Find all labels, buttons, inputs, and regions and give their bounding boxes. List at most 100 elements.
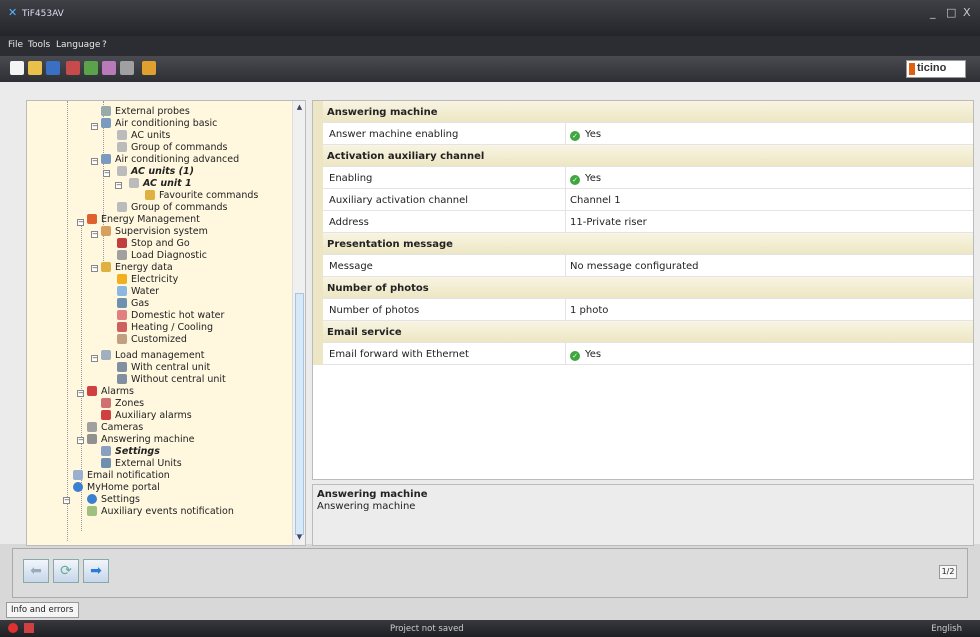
collapse-icon[interactable]: −	[91, 158, 98, 165]
new-file-icon[interactable]	[10, 61, 24, 75]
collapse-icon[interactable]: −	[103, 170, 110, 177]
tree-item-domestic-hot-water[interactable]: Domestic hot water	[117, 309, 224, 321]
menu-tools[interactable]: Tools	[28, 40, 50, 50]
tree-item-energy-management[interactable]: Energy Management	[87, 213, 200, 225]
menu-help[interactable]: ?	[102, 40, 107, 50]
tree-item-without-central-unit[interactable]: Without central unit	[117, 373, 226, 385]
send-icon[interactable]	[66, 61, 80, 75]
property-value[interactable]: 11-Private riser	[565, 211, 973, 233]
tree-scrollbar[interactable]: ▲ ▼	[292, 101, 305, 545]
disabled-icon[interactable]	[120, 61, 134, 75]
tree-item-settings-selected[interactable]: Settings	[101, 445, 160, 457]
tree-item-supervision-system[interactable]: Supervision system	[101, 225, 208, 237]
tree-item-load-management[interactable]: Load management	[101, 349, 204, 361]
description-panel: Answering machine Answering machine	[312, 484, 974, 546]
property-value[interactable]: ✓ Yes	[565, 343, 973, 365]
property-value[interactable]: ✓ Yes	[565, 167, 973, 189]
tree-item-answering-machine[interactable]: Answering machine	[87, 433, 195, 445]
tree-item-electricity[interactable]: Electricity	[117, 273, 178, 285]
answering-machine-icon	[87, 434, 97, 444]
refresh-icon[interactable]: ⟳	[53, 559, 79, 583]
property-grid: Answering machine Answer machine enablin…	[312, 100, 974, 480]
property-value[interactable]: 1 photo	[565, 299, 973, 321]
collapse-icon[interactable]: −	[63, 497, 70, 504]
collapse-icon[interactable]: −	[77, 437, 84, 444]
collapse-icon[interactable]: −	[91, 355, 98, 362]
tree-item-portal-settings[interactable]: Settings	[87, 493, 140, 505]
dropdown-tool-icon[interactable]	[142, 61, 156, 75]
external-unit-icon	[101, 458, 111, 468]
tree-item-stop-and-go[interactable]: Stop and Go	[117, 237, 190, 249]
open-folder-icon[interactable]	[28, 61, 42, 75]
tree-item-load-diagnostic[interactable]: Load Diagnostic	[117, 249, 207, 261]
collapse-icon[interactable]: −	[91, 265, 98, 272]
navigation-tree[interactable]: − − − − − − − − − − − External probes Ai…	[26, 100, 306, 546]
tree-item-air-conditioning-advanced[interactable]: Air conditioning advanced	[101, 153, 239, 165]
scroll-down-icon[interactable]: ▼	[295, 533, 304, 543]
tree-item-air-conditioning-basic[interactable]: Air conditioning basic	[101, 117, 217, 129]
menu-language[interactable]: Language	[56, 40, 100, 50]
hot-water-icon	[117, 310, 127, 320]
menu-file[interactable]: File	[8, 40, 23, 50]
save-icon[interactable]	[46, 61, 60, 75]
close-button[interactable]: X	[963, 6, 971, 19]
logo-text: ticino	[917, 62, 947, 74]
property-value[interactable]: ✓ Yes	[565, 123, 973, 145]
property-row[interactable]: Auxiliary activation channel Channel 1	[313, 189, 973, 211]
tree-item-water[interactable]: Water	[117, 285, 159, 297]
back-arrow-icon[interactable]: ⬅	[23, 559, 49, 583]
tree-item-group-of-commands-2[interactable]: Group of commands	[117, 201, 227, 213]
tree-item-favourite-commands[interactable]: Favourite commands	[145, 189, 258, 201]
receive-icon[interactable]	[84, 61, 98, 75]
customized-icon	[117, 334, 127, 344]
tree-item-zones[interactable]: Zones	[101, 397, 144, 409]
section-number-of-photos[interactable]: Number of photos	[313, 277, 973, 299]
tree-item-auxiliary-events-notification[interactable]: Auxiliary events notification	[87, 505, 234, 517]
collapse-icon[interactable]: −	[91, 231, 98, 238]
scroll-thumb[interactable]	[295, 293, 304, 535]
tree-item-alarms[interactable]: Alarms	[87, 385, 134, 397]
section-presentation-message[interactable]: Presentation message	[313, 233, 973, 255]
info-and-errors-tab[interactable]: Info and errors	[6, 602, 79, 618]
property-row[interactable]: Answer machine enabling ✓ Yes	[313, 123, 973, 145]
tree-item-ac-units-1[interactable]: AC units (1)	[117, 165, 194, 177]
settings-icon	[101, 446, 111, 456]
tree-item-external-probes[interactable]: External probes	[101, 105, 190, 117]
property-row[interactable]: Message No message configurated	[313, 255, 973, 277]
bticino-logo: ticino	[906, 60, 966, 78]
tree-item-with-central-unit[interactable]: With central unit	[117, 361, 210, 373]
central-unit-icon	[117, 362, 127, 372]
maximize-button[interactable]: □	[946, 6, 956, 19]
tree-item-heating-cooling[interactable]: Heating / Cooling	[117, 321, 213, 333]
tree-item-email-notification[interactable]: Email notification	[73, 469, 170, 481]
tree-item-energy-data[interactable]: Energy data	[101, 261, 173, 273]
section-email-service[interactable]: Email service	[313, 321, 973, 343]
property-row[interactable]: Enabling ✓ Yes	[313, 167, 973, 189]
property-value[interactable]: Channel 1	[565, 189, 973, 211]
tree-item-group-of-commands[interactable]: Group of commands	[117, 141, 227, 153]
property-value[interactable]: No message configurated	[565, 255, 973, 277]
tree-item-ac-unit-1[interactable]: AC unit 1	[129, 177, 192, 189]
section-answering-machine[interactable]: Answering machine	[313, 101, 973, 123]
scroll-up-icon[interactable]: ▲	[295, 103, 304, 113]
collapse-icon[interactable]: −	[77, 390, 84, 397]
section-activation-auxiliary-channel[interactable]: Activation auxiliary channel	[313, 145, 973, 167]
tree-item-myhome-portal[interactable]: MyHome portal	[73, 481, 160, 493]
property-row[interactable]: Number of photos 1 photo	[313, 299, 973, 321]
tree-item-auxiliary-alarms[interactable]: Auxiliary alarms	[101, 409, 192, 421]
tree-item-external-units[interactable]: External Units	[101, 457, 182, 469]
property-row[interactable]: Address 11-Private riser	[313, 211, 973, 233]
tree-item-customized[interactable]: Customized	[117, 333, 187, 345]
tree-item-ac-units[interactable]: AC units	[117, 129, 170, 141]
collapse-icon[interactable]: −	[91, 123, 98, 130]
language-indicator[interactable]: English	[931, 624, 962, 634]
events-icon	[87, 506, 97, 516]
collapse-icon[interactable]: −	[77, 219, 84, 226]
property-row[interactable]: Email forward with Ethernet ✓ Yes	[313, 343, 973, 365]
tools-icon[interactable]	[102, 61, 116, 75]
tree-item-cameras[interactable]: Cameras	[87, 421, 143, 433]
collapse-icon[interactable]: −	[115, 182, 122, 189]
minimize-button[interactable]: _	[930, 6, 936, 19]
forward-arrow-icon[interactable]: ➡	[83, 559, 109, 583]
tree-item-gas[interactable]: Gas	[117, 297, 149, 309]
